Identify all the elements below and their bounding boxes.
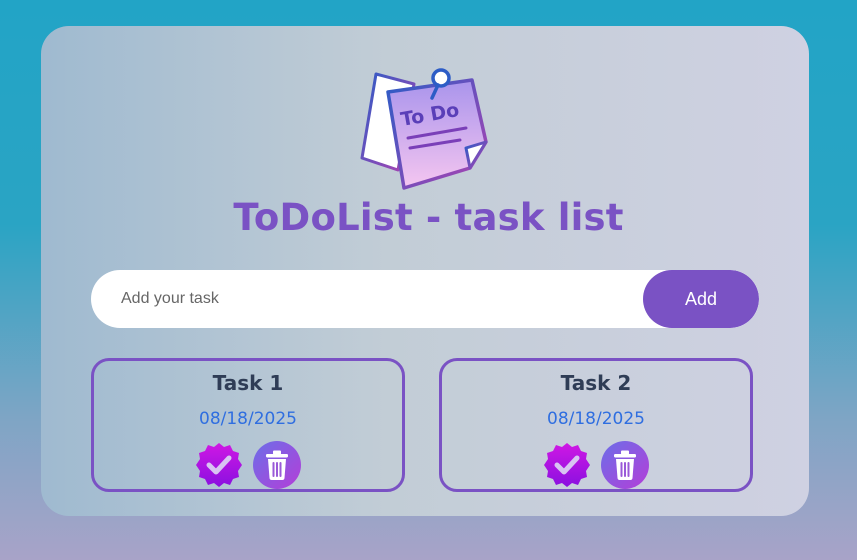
task-date: 08/18/2025 bbox=[547, 409, 645, 429]
add-button[interactable]: Add bbox=[643, 270, 759, 328]
task-form: Add bbox=[91, 270, 759, 328]
task-input[interactable] bbox=[91, 270, 643, 328]
trash-icon[interactable] bbox=[253, 441, 301, 489]
task-name: Task 2 bbox=[560, 371, 632, 395]
task-card: Task 2 08/18/2025 bbox=[439, 358, 753, 492]
trash-icon[interactable] bbox=[601, 441, 649, 489]
task-name: Task 1 bbox=[212, 371, 284, 395]
task-date: 08/18/2025 bbox=[199, 409, 297, 429]
task-card: Task 1 08/18/2025 bbox=[91, 358, 405, 492]
check-badge-icon[interactable] bbox=[195, 441, 243, 489]
page-title: ToDoList - task list bbox=[233, 196, 624, 239]
check-badge-icon[interactable] bbox=[543, 441, 591, 489]
todo-logo-icon: To Do bbox=[360, 68, 488, 190]
